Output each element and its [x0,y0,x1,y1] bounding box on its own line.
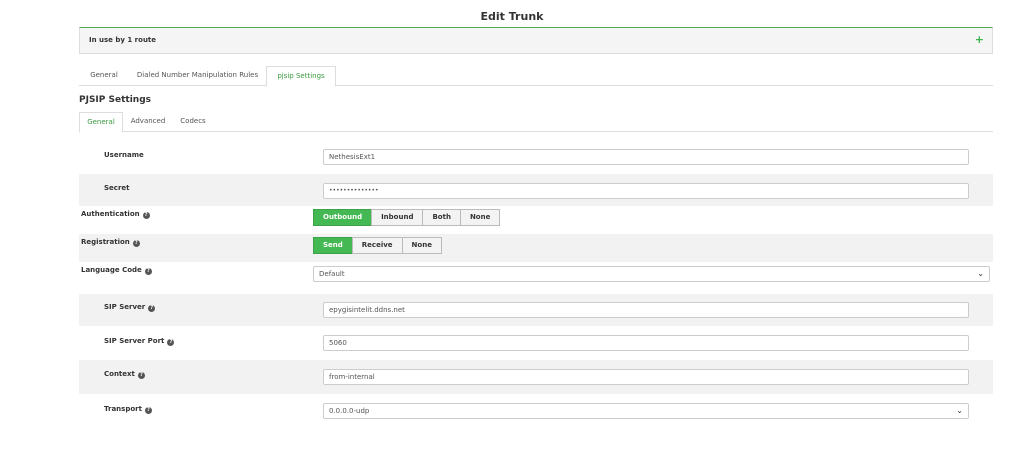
expand-plus-icon[interactable]: + [975,33,984,46]
secret-row: Secret •••••••••••••• [79,174,993,206]
username-label: Username [104,151,144,159]
registration-label: Registration? [81,238,140,247]
language-code-value: Default [319,270,345,278]
chevron-down-icon: ⌄ [956,406,963,415]
tab-pjsip-settings[interactable]: pjsip Settings [266,66,336,87]
authentication-label-text: Authentication [81,210,140,218]
username-row: Username NethesisExt1 [79,140,993,174]
sip-server-port-row: SIP Server Port? 5060 [79,326,993,360]
question-circle-icon[interactable]: ? [144,268,152,275]
language-code-label-text: Language Code [81,266,142,274]
question-circle-icon[interactable]: ? [142,212,150,219]
question-circle-icon[interactable]: ? [132,240,140,247]
sip-server-label: SIP Server? [104,303,156,312]
transport-row: Transport? 0.0.0.0-udp ⌄ [79,394,993,428]
route-usage-label: In use by 1 route [89,36,157,44]
language-code-label: Language Code? [81,266,152,275]
authentication-button-group: Outbound Inbound Both None [313,209,501,226]
authentication-inbound-button[interactable]: Inbound [371,209,424,226]
route-usage-panel[interactable]: In use by 1 route + [79,27,993,54]
registration-send-button[interactable]: Send [313,237,353,254]
context-row: Context? from-internal [79,360,993,394]
authentication-none-button[interactable]: None [459,209,501,226]
question-circle-icon[interactable]: ? [137,372,145,379]
chevron-down-icon: ⌄ [977,269,984,278]
transport-label: Transport? [104,405,152,414]
transport-label-text: Transport [104,405,142,413]
registration-none-button[interactable]: None [401,237,442,254]
authentication-both-button[interactable]: Both [422,209,461,226]
authentication-label: Authentication? [81,210,150,219]
sip-server-input[interactable]: epygisintelit.ddns.net [323,302,969,318]
authentication-outbound-button[interactable]: Outbound [313,209,373,226]
sip-server-port-input[interactable]: 5060 [323,335,969,351]
question-circle-icon[interactable]: ? [144,407,152,414]
subtab-codecs[interactable]: Codecs [173,112,213,132]
question-circle-icon[interactable]: ? [167,339,175,346]
section-title: PJSIP Settings [79,95,151,105]
secret-input[interactable]: •••••••••••••• [323,183,969,199]
main-tabs: General Dialed Number Manipulation Rules… [79,66,993,87]
language-code-row: Language Code? Default ⌄ [79,262,993,290]
sip-server-port-label-text: SIP Server Port [104,337,165,345]
registration-button-group: Send Receive None [313,237,442,254]
sip-server-port-label: SIP Server Port? [104,337,175,346]
subtab-advanced[interactable]: Advanced [123,112,173,132]
secret-label: Secret [104,184,130,192]
context-label-text: Context [104,370,135,378]
registration-receive-button[interactable]: Receive [351,237,403,254]
tab-general[interactable]: General [79,66,129,86]
transport-select[interactable]: 0.0.0.0-udp ⌄ [323,403,969,419]
transport-value: 0.0.0.0-udp [329,407,370,415]
username-input[interactable]: NethesisExt1 [323,149,969,165]
context-label: Context? [104,370,145,379]
registration-row: Registration? Send Receive None [79,234,993,262]
sip-server-row: SIP Server? epygisintelit.ddns.net [79,294,993,326]
question-circle-icon[interactable]: ? [148,305,156,312]
sub-tabs: General Advanced Codecs [79,112,993,133]
registration-label-text: Registration [81,238,130,246]
context-input[interactable]: from-internal [323,369,969,385]
sip-server-label-text: SIP Server [104,303,146,311]
authentication-row: Authentication? Outbound Inbound Both No… [79,206,993,234]
tab-dialed-number-manipulation-rules[interactable]: Dialed Number Manipulation Rules [129,66,266,86]
language-code-select[interactable]: Default ⌄ [313,266,990,282]
page-title: Edit Trunk [480,10,544,23]
subtab-general[interactable]: General [79,112,123,133]
